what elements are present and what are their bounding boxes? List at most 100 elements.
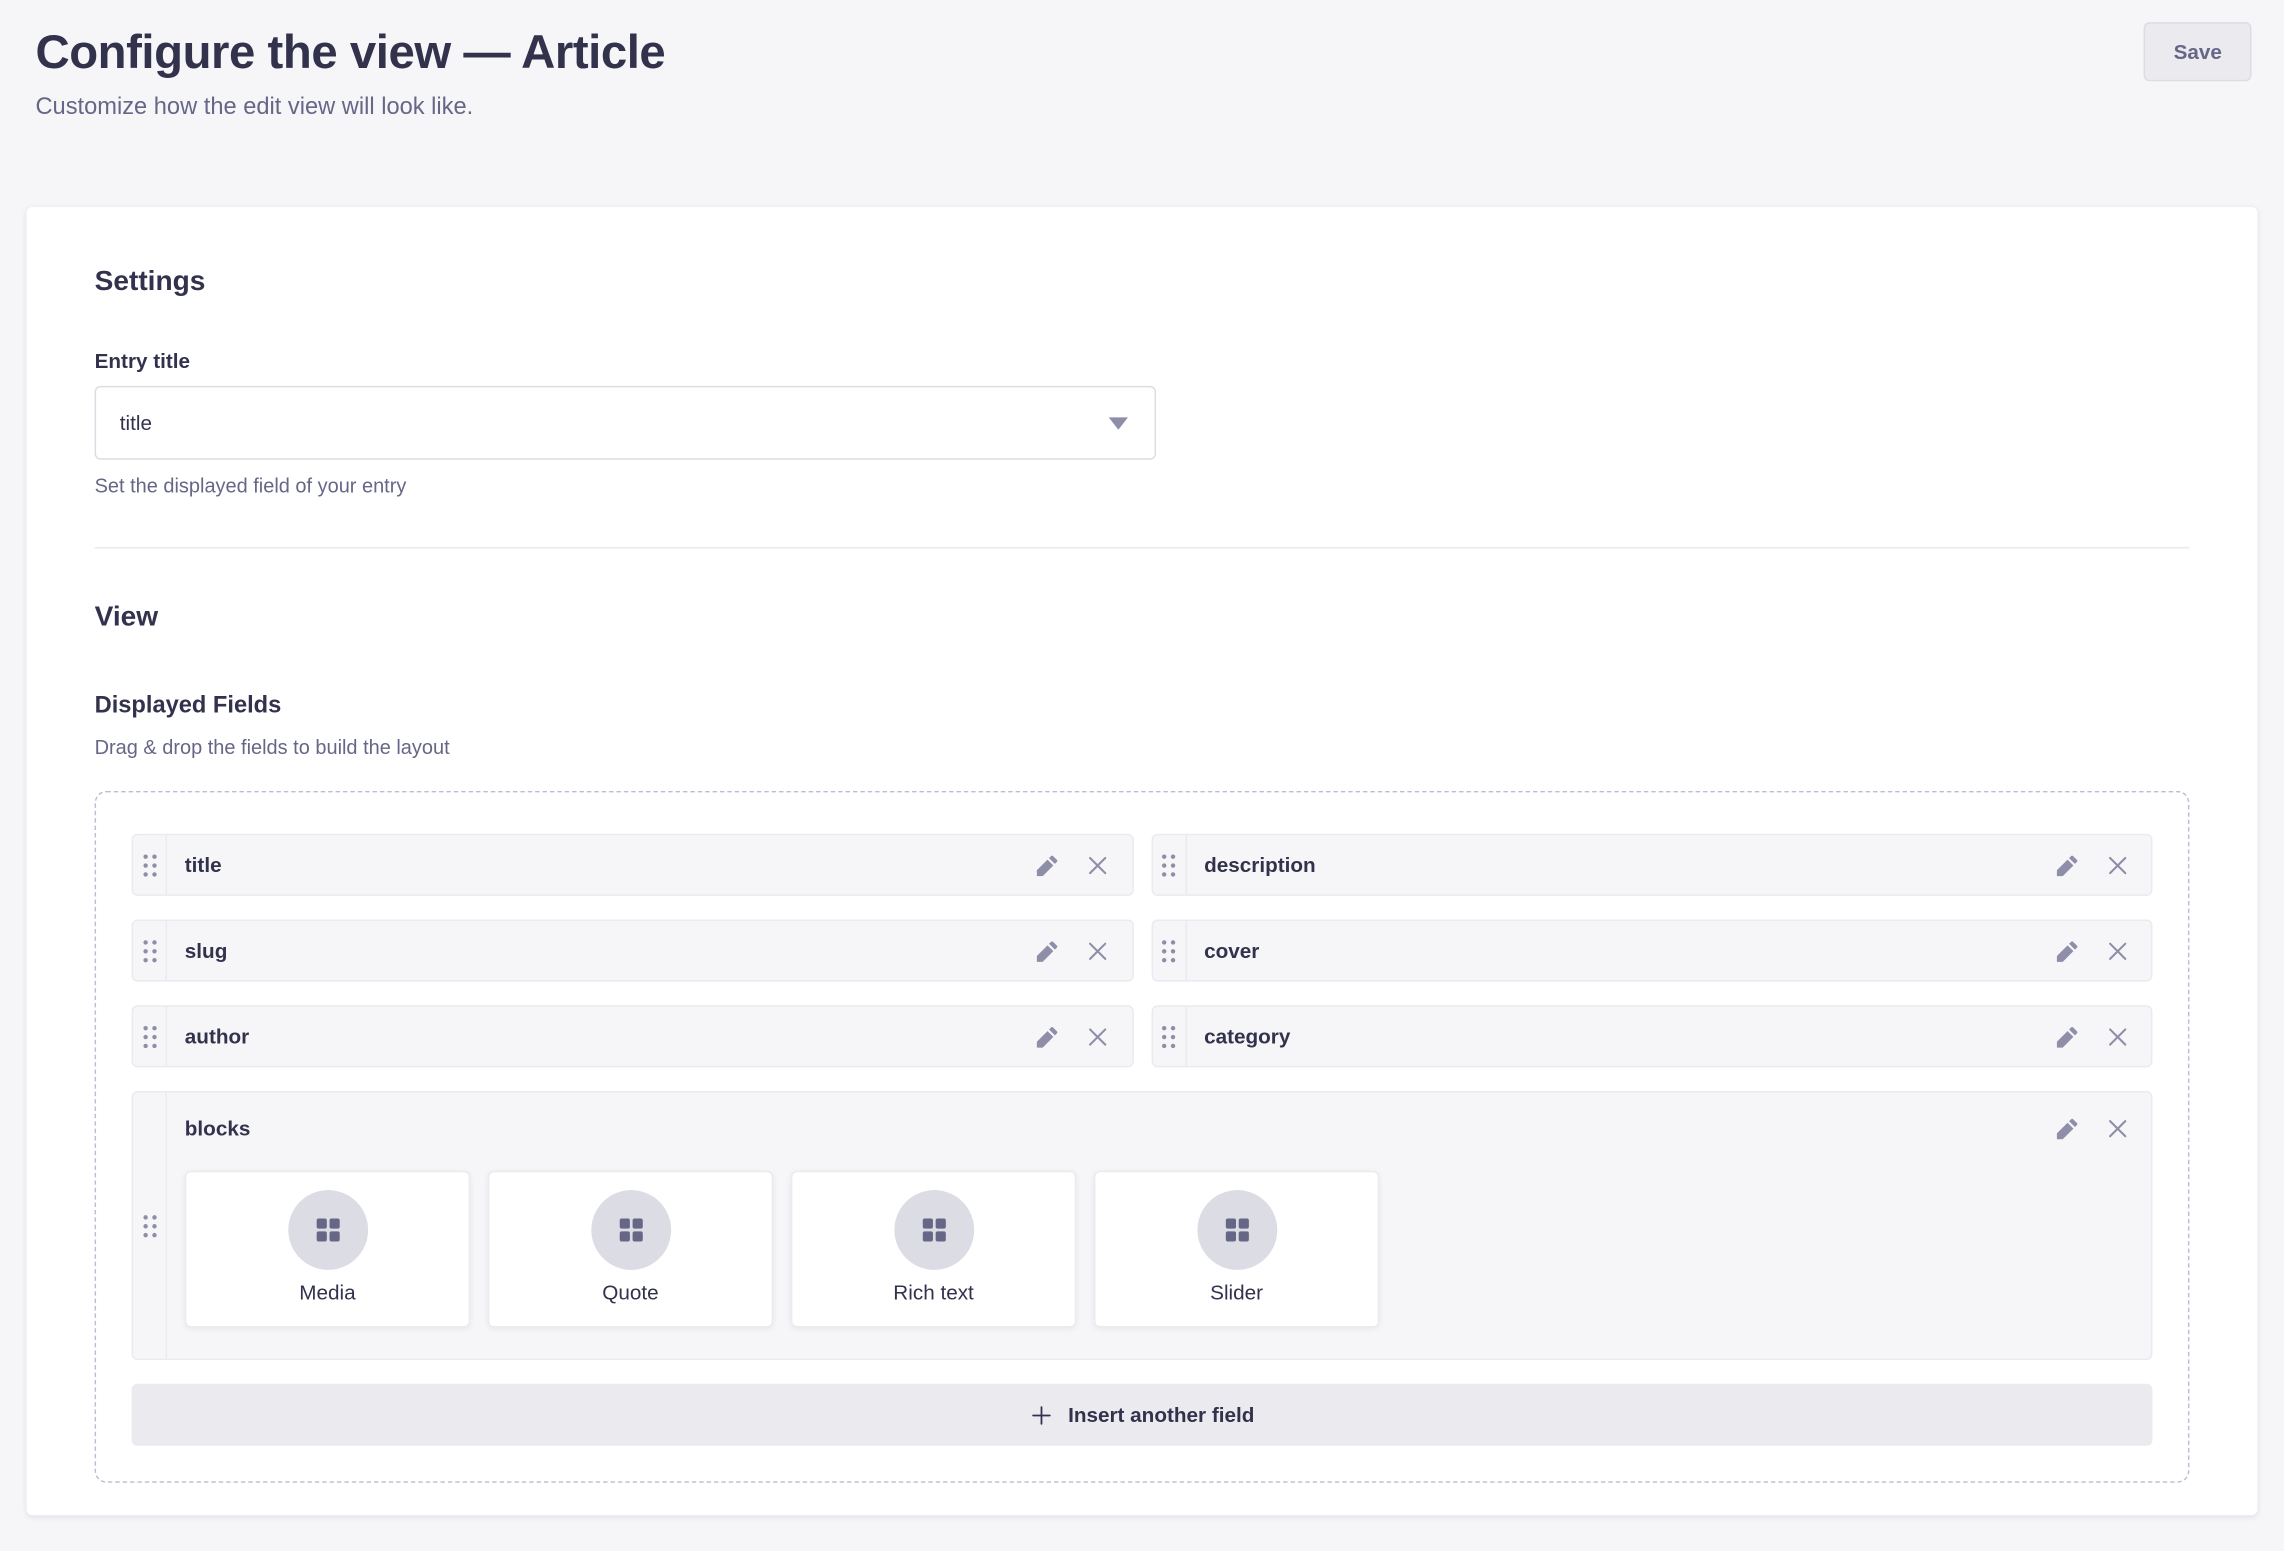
pencil-icon (2053, 851, 2081, 879)
field-card-label: author (167, 1024, 1028, 1048)
drag-handle-icon[interactable] (1152, 835, 1186, 894)
component-card-rich-text[interactable]: Rich text (791, 1171, 1076, 1328)
view-section: View Displayed Fields Drag & drop the fi… (95, 599, 2190, 1483)
field-card-label: category (1186, 1024, 2047, 1048)
edit-field-button[interactable] (2047, 846, 2085, 884)
remove-field-button[interactable] (2098, 1109, 2136, 1147)
entry-title-label: Entry title (95, 349, 1156, 374)
page-header-text: Configure the view — Article Customize h… (35, 21, 665, 124)
remove-field-button[interactable] (2098, 1017, 2136, 1055)
displayed-fields-label: Displayed Fields (95, 690, 2190, 721)
save-button[interactable]: Save (2144, 22, 2251, 81)
field-card-actions (1028, 846, 1131, 884)
component-list: Media Quote (185, 1171, 2133, 1328)
component-label: Quote (602, 1280, 658, 1304)
content-card: Settings Entry title title Set the displ… (27, 207, 2258, 1515)
component-label: Rich text (893, 1280, 974, 1304)
field-card-label: cover (1186, 939, 2047, 963)
component-circle (1197, 1190, 1277, 1270)
pencil-icon (2053, 937, 2081, 965)
displayed-fields-hint: Drag & drop the fields to build the layo… (95, 735, 2190, 760)
edit-field-button[interactable] (1028, 931, 1066, 969)
cross-icon (2103, 1114, 2131, 1142)
settings-section: Settings Entry title title Set the displ… (95, 263, 2190, 498)
cross-icon (1084, 1022, 1112, 1050)
fields-drop-zone: title description (95, 791, 2190, 1483)
field-card-category[interactable]: category (1151, 1005, 2153, 1067)
chevron-down-icon (1109, 416, 1128, 429)
field-card-author[interactable]: author (132, 1005, 1134, 1067)
settings-heading: Settings (95, 263, 2190, 300)
component-card-media[interactable]: Media (185, 1171, 470, 1328)
edit-field-button[interactable] (1028, 846, 1066, 884)
remove-field-button[interactable] (2098, 931, 2136, 969)
blocks-content: blocks (167, 1092, 2151, 1358)
cross-icon (2103, 851, 2131, 879)
field-card-cover[interactable]: cover (1151, 920, 2153, 982)
field-card-actions (2047, 931, 2150, 969)
component-label: Media (299, 1280, 355, 1304)
page-header: Configure the view — Article Customize h… (0, 0, 2284, 124)
cross-icon (1084, 851, 1112, 879)
edit-field-button[interactable] (2047, 931, 2085, 969)
field-card-label: title (167, 853, 1028, 877)
field-card-label: blocks (185, 1116, 2048, 1140)
plus-icon (1030, 1402, 1055, 1427)
cross-icon (2103, 1022, 2131, 1050)
configure-view-page: Configure the view — Article Customize h… (0, 0, 2284, 1551)
insert-field-label: Insert another field (1068, 1403, 1254, 1427)
drag-handle-icon[interactable] (1152, 1007, 1186, 1066)
component-circle (894, 1190, 974, 1270)
component-card-quote[interactable]: Quote (488, 1171, 773, 1328)
insert-field-button[interactable]: Insert another field (132, 1384, 2153, 1446)
entry-title-field: Entry title title Set the displayed fiel… (95, 349, 1156, 498)
field-card-description[interactable]: description (1151, 834, 2153, 896)
cross-icon (2103, 937, 2131, 965)
remove-field-button[interactable] (1078, 1017, 1116, 1055)
field-card-blocks[interactable]: blocks (132, 1091, 2153, 1360)
component-card-slider[interactable]: Slider (1094, 1171, 1379, 1328)
fields-grid: title description (132, 834, 2153, 1446)
pencil-icon (1033, 1022, 1061, 1050)
field-card-label: slug (167, 939, 1028, 963)
field-card-actions (2047, 1109, 2150, 1147)
entry-title-selected-value: title (120, 411, 152, 435)
pencil-icon (2053, 1022, 2081, 1050)
component-circle (288, 1190, 368, 1270)
field-card-actions (1028, 1017, 1131, 1055)
entry-title-hint: Set the displayed field of your entry (95, 473, 1156, 498)
edit-field-button[interactable] (2047, 1109, 2085, 1147)
field-card-label: description (1186, 853, 2047, 877)
drag-handle-icon[interactable] (133, 1007, 167, 1066)
remove-field-button[interactable] (1078, 931, 1116, 969)
field-card-actions (2047, 1017, 2150, 1055)
page-subtitle: Customize how the edit view will look li… (35, 92, 665, 125)
remove-field-button[interactable] (1078, 846, 1116, 884)
field-card-title[interactable]: title (132, 834, 1134, 896)
grid-icon (614, 1214, 647, 1247)
blocks-header: blocks (167, 1092, 2151, 1147)
remove-field-button[interactable] (2098, 846, 2136, 884)
field-card-actions (2047, 846, 2150, 884)
grid-icon (311, 1214, 344, 1247)
pencil-icon (2053, 1114, 2081, 1142)
view-heading: View (95, 599, 2190, 636)
page-title: Configure the view — Article (35, 21, 665, 83)
edit-field-button[interactable] (2047, 1017, 2085, 1055)
component-circle (591, 1190, 671, 1270)
edit-field-button[interactable] (1028, 1017, 1066, 1055)
entry-title-select[interactable]: title (95, 386, 1156, 460)
component-label: Slider (1210, 1280, 1263, 1304)
drag-handle-icon[interactable] (133, 921, 167, 980)
grid-icon (917, 1214, 950, 1247)
cross-icon (1084, 937, 1112, 965)
pencil-icon (1033, 851, 1061, 879)
grid-icon (1220, 1214, 1253, 1247)
field-card-slug[interactable]: slug (132, 920, 1134, 982)
pencil-icon (1033, 937, 1061, 965)
drag-handle-icon[interactable] (133, 1092, 167, 1358)
field-card-actions (1028, 931, 1131, 969)
drag-handle-icon[interactable] (133, 835, 167, 894)
drag-handle-icon[interactable] (1152, 921, 1186, 980)
section-divider (95, 547, 2190, 548)
